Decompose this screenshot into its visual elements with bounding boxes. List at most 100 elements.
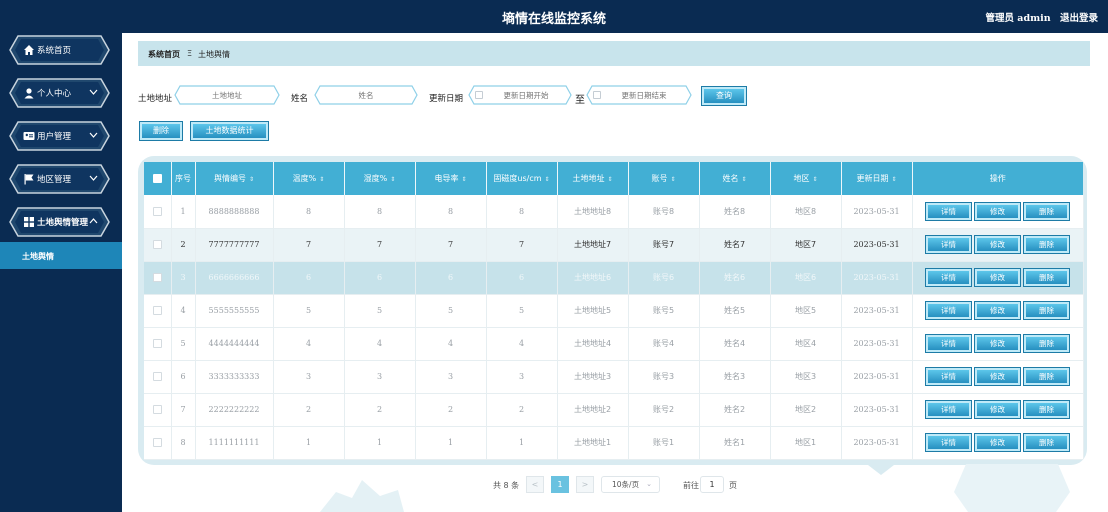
row-select-cell[interactable]: [144, 294, 172, 328]
sidebar-item-regions[interactable]: 地区管理: [9, 164, 110, 194]
sort-icon[interactable]: ⇕: [812, 176, 817, 183]
delete-button[interactable]: 删除: [1024, 202, 1069, 220]
cell-name: 姓名1: [699, 426, 771, 460]
cell-humidity: 4: [344, 327, 416, 361]
page-1-button[interactable]: 1: [551, 476, 569, 493]
row-checkbox[interactable]: [152, 405, 162, 415]
column-header[interactable]: 地区 ⇕: [770, 162, 842, 195]
delete-button[interactable]: 删除: [1024, 269, 1069, 286]
column-header[interactable]: 土地地址 ⇕: [557, 162, 629, 195]
row-select-cell[interactable]: [144, 261, 172, 295]
top-bar: 墒情在线监控系统 管理员 admin 退出登录: [0, 0, 1108, 33]
detail-button[interactable]: 详情: [926, 302, 971, 319]
sort-icon[interactable]: ⇕: [741, 176, 746, 183]
edit-button[interactable]: 修改: [975, 434, 1020, 451]
select-all-checkbox[interactable]: [152, 174, 162, 183]
detail-button[interactable]: 详情: [926, 368, 971, 385]
land-stats-button[interactable]: 土地数据统计: [191, 122, 268, 140]
detail-button[interactable]: 详情: [926, 401, 971, 418]
cell-region: 地区4: [770, 327, 842, 361]
detail-button[interactable]: 详情: [926, 202, 971, 220]
table-row[interactable]: 7 2222222222 2 2 2 2 土地地址2 账号2 姓名2 地区2 2023-05-31 详…: [144, 393, 1084, 427]
row-select-cell[interactable]: [144, 228, 172, 262]
sort-icon[interactable]: ⇕: [461, 176, 466, 183]
edit-button[interactable]: 修改: [975, 236, 1020, 253]
row-checkbox[interactable]: [152, 273, 162, 283]
next-page-button[interactable]: >: [576, 476, 594, 493]
select-all-cell[interactable]: [144, 162, 172, 195]
column-header[interactable]: 账号 ⇕: [628, 162, 700, 195]
sidebar-item-home[interactable]: 系统首页: [9, 35, 110, 65]
table-row[interactable]: 3 6666666666 6 6 6 6 土地地址6 账号6 姓名6 地区6 2023-05-31 详…: [144, 261, 1084, 295]
table-row[interactable]: 5 4444444444 4 4 4 4 土地地址4 账号4 姓名4 地区4 2023-05-31 详…: [144, 327, 1084, 361]
column-header[interactable]: 湿度% ⇕: [344, 162, 416, 195]
table-row[interactable]: 4 5555555555 5 5 5 5 土地地址5 账号5 姓名5 地区5 2023-05-31 详…: [144, 294, 1084, 328]
row-select-cell[interactable]: [144, 426, 172, 460]
delete-button[interactable]: 删除: [1024, 236, 1069, 253]
user-area: 管理员 admin 退出登录: [985, 10, 1098, 24]
sidebar-item-land-opinion[interactable]: 土地舆情管理: [9, 207, 110, 237]
delete-button[interactable]: 删除: [1024, 434, 1069, 451]
row-select-cell[interactable]: [144, 360, 172, 394]
detail-button[interactable]: 详情: [926, 434, 971, 451]
column-header[interactable]: 更新日期 ⇕: [841, 162, 913, 195]
table-row[interactable]: 8 1111111111 1 1 1 1 土地地址1 账号1 姓名1 地区1 2023-05-31 详…: [144, 426, 1084, 460]
table-row[interactable]: 2 7777777777 7 7 7 7 土地地址7 账号7 姓名7 地区7 2023-05-31 详…: [144, 228, 1084, 262]
row-checkbox[interactable]: [152, 339, 162, 349]
detail-button[interactable]: 详情: [926, 269, 971, 286]
column-header[interactable]: 电导率 ⇕: [415, 162, 487, 195]
edit-button[interactable]: 修改: [975, 202, 1020, 220]
cell-name: 姓名2: [699, 393, 771, 427]
batch-delete-button[interactable]: 删除: [140, 122, 182, 140]
sidebar-item-label: 系统首页: [37, 46, 72, 56]
goto-page-input[interactable]: [700, 476, 724, 493]
breadcrumb-home[interactable]: 系统首页: [148, 49, 180, 60]
page-size-select[interactable]: 10条/页 ⌄: [601, 476, 660, 493]
sidebar-subitem-land-opinion[interactable]: 土地舆情: [0, 242, 122, 269]
edit-button[interactable]: 修改: [975, 401, 1020, 418]
row-checkbox[interactable]: [152, 306, 162, 316]
logout-link[interactable]: 退出登录: [1060, 13, 1098, 24]
delete-button[interactable]: 删除: [1024, 335, 1069, 352]
sort-icon[interactable]: ⇕: [891, 176, 896, 183]
sidebar-item-users[interactable]: 用户管理: [9, 121, 110, 151]
sort-icon[interactable]: ⇕: [607, 176, 612, 183]
row-select-cell[interactable]: [144, 327, 172, 361]
sort-icon[interactable]: ⇕: [249, 176, 254, 183]
sort-icon[interactable]: ⇕: [319, 176, 324, 183]
date-start-input[interactable]: [486, 88, 566, 102]
column-header[interactable]: 姓名 ⇕: [699, 162, 771, 195]
edit-button[interactable]: 修改: [975, 335, 1020, 352]
sort-icon[interactable]: ⇕: [390, 176, 395, 183]
date-end-input[interactable]: [604, 88, 684, 102]
cell-code: 5555555555: [195, 294, 274, 328]
column-header[interactable]: 温度% ⇕: [273, 162, 345, 195]
row-checkbox[interactable]: [152, 438, 162, 448]
sort-icon[interactable]: ⇕: [670, 176, 675, 183]
table-row[interactable]: 1 8888888888 8 8 8 8 土地地址8 账号8 姓名8 地区8 2023-05-31 详…: [144, 195, 1084, 229]
edit-button[interactable]: 修改: [975, 368, 1020, 385]
row-checkbox[interactable]: [152, 207, 162, 216]
column-header[interactable]: 舆情编号 ⇕: [195, 162, 274, 195]
detail-button[interactable]: 详情: [926, 236, 971, 253]
sidebar-item-profile[interactable]: 个人中心: [9, 78, 110, 108]
row-select-cell[interactable]: [144, 393, 172, 427]
delete-button[interactable]: 删除: [1024, 302, 1069, 319]
column-header[interactable]: 固磁度us/cm ⇕: [486, 162, 558, 195]
sort-icon[interactable]: ⇕: [545, 176, 550, 183]
name-input[interactable]: [326, 88, 406, 102]
row-checkbox[interactable]: [152, 372, 162, 382]
column-header-label: 湿度%: [363, 174, 388, 183]
edit-button[interactable]: 修改: [975, 302, 1020, 319]
query-button[interactable]: 查询: [702, 87, 746, 105]
row-select-cell[interactable]: [144, 195, 172, 229]
cell-date: 2023-05-31: [841, 426, 913, 460]
delete-button[interactable]: 删除: [1024, 368, 1069, 385]
edit-button[interactable]: 修改: [975, 269, 1020, 286]
delete-button[interactable]: 删除: [1024, 401, 1069, 418]
prev-page-button[interactable]: <: [526, 476, 544, 493]
table-row[interactable]: 6 3333333333 3 3 3 3 土地地址3 账号3 姓名3 地区3 2023-05-31 详…: [144, 360, 1084, 394]
address-input[interactable]: [186, 88, 268, 102]
detail-button[interactable]: 详情: [926, 335, 971, 352]
row-checkbox[interactable]: [152, 240, 162, 250]
